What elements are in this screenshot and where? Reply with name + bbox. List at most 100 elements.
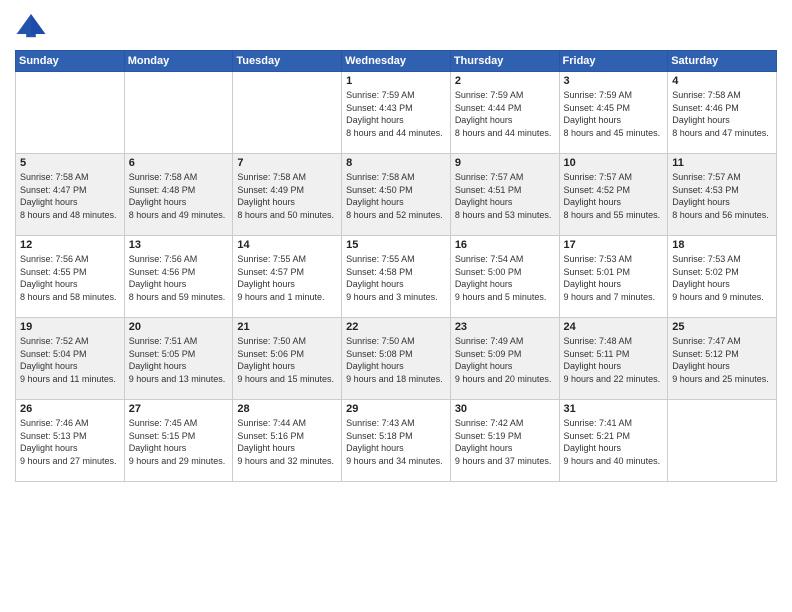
calendar-cell: 20 Sunrise: 7:51 AMSunset: 5:05 PMDayligh… bbox=[124, 318, 233, 400]
calendar-cell: 12 Sunrise: 7:56 AMSunset: 4:55 PMDayligh… bbox=[16, 236, 125, 318]
day-info: Sunrise: 7:43 AMSunset: 5:18 PMDaylight … bbox=[346, 417, 446, 467]
day-number: 4 bbox=[672, 75, 772, 87]
day-number: 14 bbox=[237, 239, 337, 251]
day-number: 10 bbox=[564, 157, 664, 169]
day-header-thursday: Thursday bbox=[450, 51, 559, 72]
day-number: 30 bbox=[455, 403, 555, 415]
day-info: Sunrise: 7:57 AMSunset: 4:53 PMDaylight … bbox=[672, 171, 772, 221]
day-info: Sunrise: 7:54 AMSunset: 5:00 PMDaylight … bbox=[455, 253, 555, 303]
day-number: 29 bbox=[346, 403, 446, 415]
day-info: Sunrise: 7:49 AMSunset: 5:09 PMDaylight … bbox=[455, 335, 555, 385]
calendar-cell: 7 Sunrise: 7:58 AMSunset: 4:49 PMDaylight… bbox=[233, 154, 342, 236]
day-info: Sunrise: 7:58 AMSunset: 4:46 PMDaylight … bbox=[672, 89, 772, 139]
day-info: Sunrise: 7:56 AMSunset: 4:56 PMDaylight … bbox=[129, 253, 229, 303]
day-number: 8 bbox=[346, 157, 446, 169]
calendar-cell: 21 Sunrise: 7:50 AMSunset: 5:06 PMDayligh… bbox=[233, 318, 342, 400]
calendar-cell: 4 Sunrise: 7:58 AMSunset: 4:46 PMDaylight… bbox=[668, 72, 777, 154]
calendar-cell: 3Sunrise: 7:59 AMSunset: 4:45 PMDaylight… bbox=[559, 72, 668, 154]
calendar-cell: 27 Sunrise: 7:45 AMSunset: 5:15 PMDayligh… bbox=[124, 400, 233, 482]
day-header-friday: Friday bbox=[559, 51, 668, 72]
calendar-cell bbox=[233, 72, 342, 154]
day-info: Sunrise: 7:56 AMSunset: 4:55 PMDaylight … bbox=[20, 253, 120, 303]
day-info: Sunrise: 7:53 AMSunset: 5:01 PMDaylight … bbox=[564, 253, 664, 303]
day-info: Sunrise: 7:59 AMSunset: 4:44 PMDaylight … bbox=[455, 89, 555, 139]
day-number: 19 bbox=[20, 321, 120, 333]
week-row-2: 5 Sunrise: 7:58 AMSunset: 4:47 PMDaylight… bbox=[16, 154, 777, 236]
calendar-cell: 31Sunrise: 7:41 AMSunset: 5:21 PMDayligh… bbox=[559, 400, 668, 482]
calendar-cell: 19 Sunrise: 7:52 AMSunset: 5:04 PMDayligh… bbox=[16, 318, 125, 400]
calendar-cell: 29 Sunrise: 7:43 AMSunset: 5:18 PMDayligh… bbox=[342, 400, 451, 482]
day-info: Sunrise: 7:48 AMSunset: 5:11 PMDaylight … bbox=[564, 335, 664, 385]
day-info: Sunrise: 7:58 AMSunset: 4:48 PMDaylight … bbox=[129, 171, 229, 221]
day-info: Sunrise: 7:55 AMSunset: 4:58 PMDaylight … bbox=[346, 253, 446, 303]
calendar-cell: 9 Sunrise: 7:57 AMSunset: 4:51 PMDaylight… bbox=[450, 154, 559, 236]
day-info: Sunrise: 7:55 AMSunset: 4:57 PMDaylight … bbox=[237, 253, 337, 303]
calendar-cell: 5 Sunrise: 7:58 AMSunset: 4:47 PMDaylight… bbox=[16, 154, 125, 236]
day-number: 1 bbox=[346, 75, 446, 87]
day-header-tuesday: Tuesday bbox=[233, 51, 342, 72]
week-row-1: 1 Sunrise: 7:59 AMSunset: 4:43 PMDaylight… bbox=[16, 72, 777, 154]
day-header-sunday: Sunday bbox=[16, 51, 125, 72]
day-number: 9 bbox=[455, 157, 555, 169]
calendar-cell: 11Sunrise: 7:57 AMSunset: 4:53 PMDayligh… bbox=[668, 154, 777, 236]
calendar-cell bbox=[124, 72, 233, 154]
calendar-cell: 24 Sunrise: 7:48 AMSunset: 5:11 PMDayligh… bbox=[559, 318, 668, 400]
logo-icon bbox=[15, 10, 47, 42]
day-info: Sunrise: 7:45 AMSunset: 5:15 PMDaylight … bbox=[129, 417, 229, 467]
day-info: Sunrise: 7:42 AMSunset: 5:19 PMDaylight … bbox=[455, 417, 555, 467]
calendar-cell: 22Sunrise: 7:50 AMSunset: 5:08 PMDayligh… bbox=[342, 318, 451, 400]
calendar-cell bbox=[668, 400, 777, 482]
day-number: 24 bbox=[564, 321, 664, 333]
page: SundayMondayTuesdayWednesdayThursdayFrid… bbox=[0, 0, 792, 612]
day-header-wednesday: Wednesday bbox=[342, 51, 451, 72]
day-info: Sunrise: 7:51 AMSunset: 5:05 PMDaylight … bbox=[129, 335, 229, 385]
calendar-cell: 13 Sunrise: 7:56 AMSunset: 4:56 PMDayligh… bbox=[124, 236, 233, 318]
calendar: SundayMondayTuesdayWednesdayThursdayFrid… bbox=[15, 50, 777, 482]
calendar-cell: 28Sunrise: 7:44 AMSunset: 5:16 PMDayligh… bbox=[233, 400, 342, 482]
day-number: 20 bbox=[129, 321, 229, 333]
day-number: 25 bbox=[672, 321, 772, 333]
calendar-cell bbox=[16, 72, 125, 154]
day-info: Sunrise: 7:50 AMSunset: 5:06 PMDaylight … bbox=[237, 335, 337, 385]
day-number: 7 bbox=[237, 157, 337, 169]
logo bbox=[15, 10, 51, 42]
day-info: Sunrise: 7:52 AMSunset: 5:04 PMDaylight … bbox=[20, 335, 120, 385]
calendar-cell: 2 Sunrise: 7:59 AMSunset: 4:44 PMDaylight… bbox=[450, 72, 559, 154]
day-number: 26 bbox=[20, 403, 120, 415]
day-info: Sunrise: 7:46 AMSunset: 5:13 PMDaylight … bbox=[20, 417, 120, 467]
day-info: Sunrise: 7:57 AMSunset: 4:51 PMDaylight … bbox=[455, 171, 555, 221]
day-number: 27 bbox=[129, 403, 229, 415]
day-info: Sunrise: 7:41 AMSunset: 5:21 PMDaylight … bbox=[564, 417, 664, 467]
day-number: 13 bbox=[129, 239, 229, 251]
header bbox=[15, 10, 777, 42]
day-info: Sunrise: 7:47 AMSunset: 5:12 PMDaylight … bbox=[672, 335, 772, 385]
calendar-cell: 17 Sunrise: 7:53 AMSunset: 5:01 PMDayligh… bbox=[559, 236, 668, 318]
calendar-cell: 26 Sunrise: 7:46 AMSunset: 5:13 PMDayligh… bbox=[16, 400, 125, 482]
day-number: 18 bbox=[672, 239, 772, 251]
day-info: Sunrise: 7:59 AMSunset: 4:45 PMDaylight … bbox=[564, 89, 664, 139]
day-number: 5 bbox=[20, 157, 120, 169]
day-info: Sunrise: 7:59 AMSunset: 4:43 PMDaylight … bbox=[346, 89, 446, 139]
calendar-cell: 23 Sunrise: 7:49 AMSunset: 5:09 PMDayligh… bbox=[450, 318, 559, 400]
day-number: 6 bbox=[129, 157, 229, 169]
day-info: Sunrise: 7:53 AMSunset: 5:02 PMDaylight … bbox=[672, 253, 772, 303]
calendar-cell: 14 Sunrise: 7:55 AMSunset: 4:57 PMDayligh… bbox=[233, 236, 342, 318]
day-header-saturday: Saturday bbox=[668, 51, 777, 72]
day-info: Sunrise: 7:58 AMSunset: 4:50 PMDaylight … bbox=[346, 171, 446, 221]
day-number: 17 bbox=[564, 239, 664, 251]
calendar-cell: 8 Sunrise: 7:58 AMSunset: 4:50 PMDaylight… bbox=[342, 154, 451, 236]
calendar-header-row: SundayMondayTuesdayWednesdayThursdayFrid… bbox=[16, 51, 777, 72]
day-number: 28 bbox=[237, 403, 337, 415]
day-info: Sunrise: 7:58 AMSunset: 4:47 PMDaylight … bbox=[20, 171, 120, 221]
day-number: 2 bbox=[455, 75, 555, 87]
calendar-cell: 16Sunrise: 7:54 AMSunset: 5:00 PMDayligh… bbox=[450, 236, 559, 318]
day-number: 15 bbox=[346, 239, 446, 251]
week-row-5: 26 Sunrise: 7:46 AMSunset: 5:13 PMDayligh… bbox=[16, 400, 777, 482]
day-number: 22 bbox=[346, 321, 446, 333]
day-info: Sunrise: 7:58 AMSunset: 4:49 PMDaylight … bbox=[237, 171, 337, 221]
day-number: 12 bbox=[20, 239, 120, 251]
day-number: 23 bbox=[455, 321, 555, 333]
day-number: 21 bbox=[237, 321, 337, 333]
calendar-cell: 30 Sunrise: 7:42 AMSunset: 5:19 PMDayligh… bbox=[450, 400, 559, 482]
week-row-3: 12 Sunrise: 7:56 AMSunset: 4:55 PMDayligh… bbox=[16, 236, 777, 318]
